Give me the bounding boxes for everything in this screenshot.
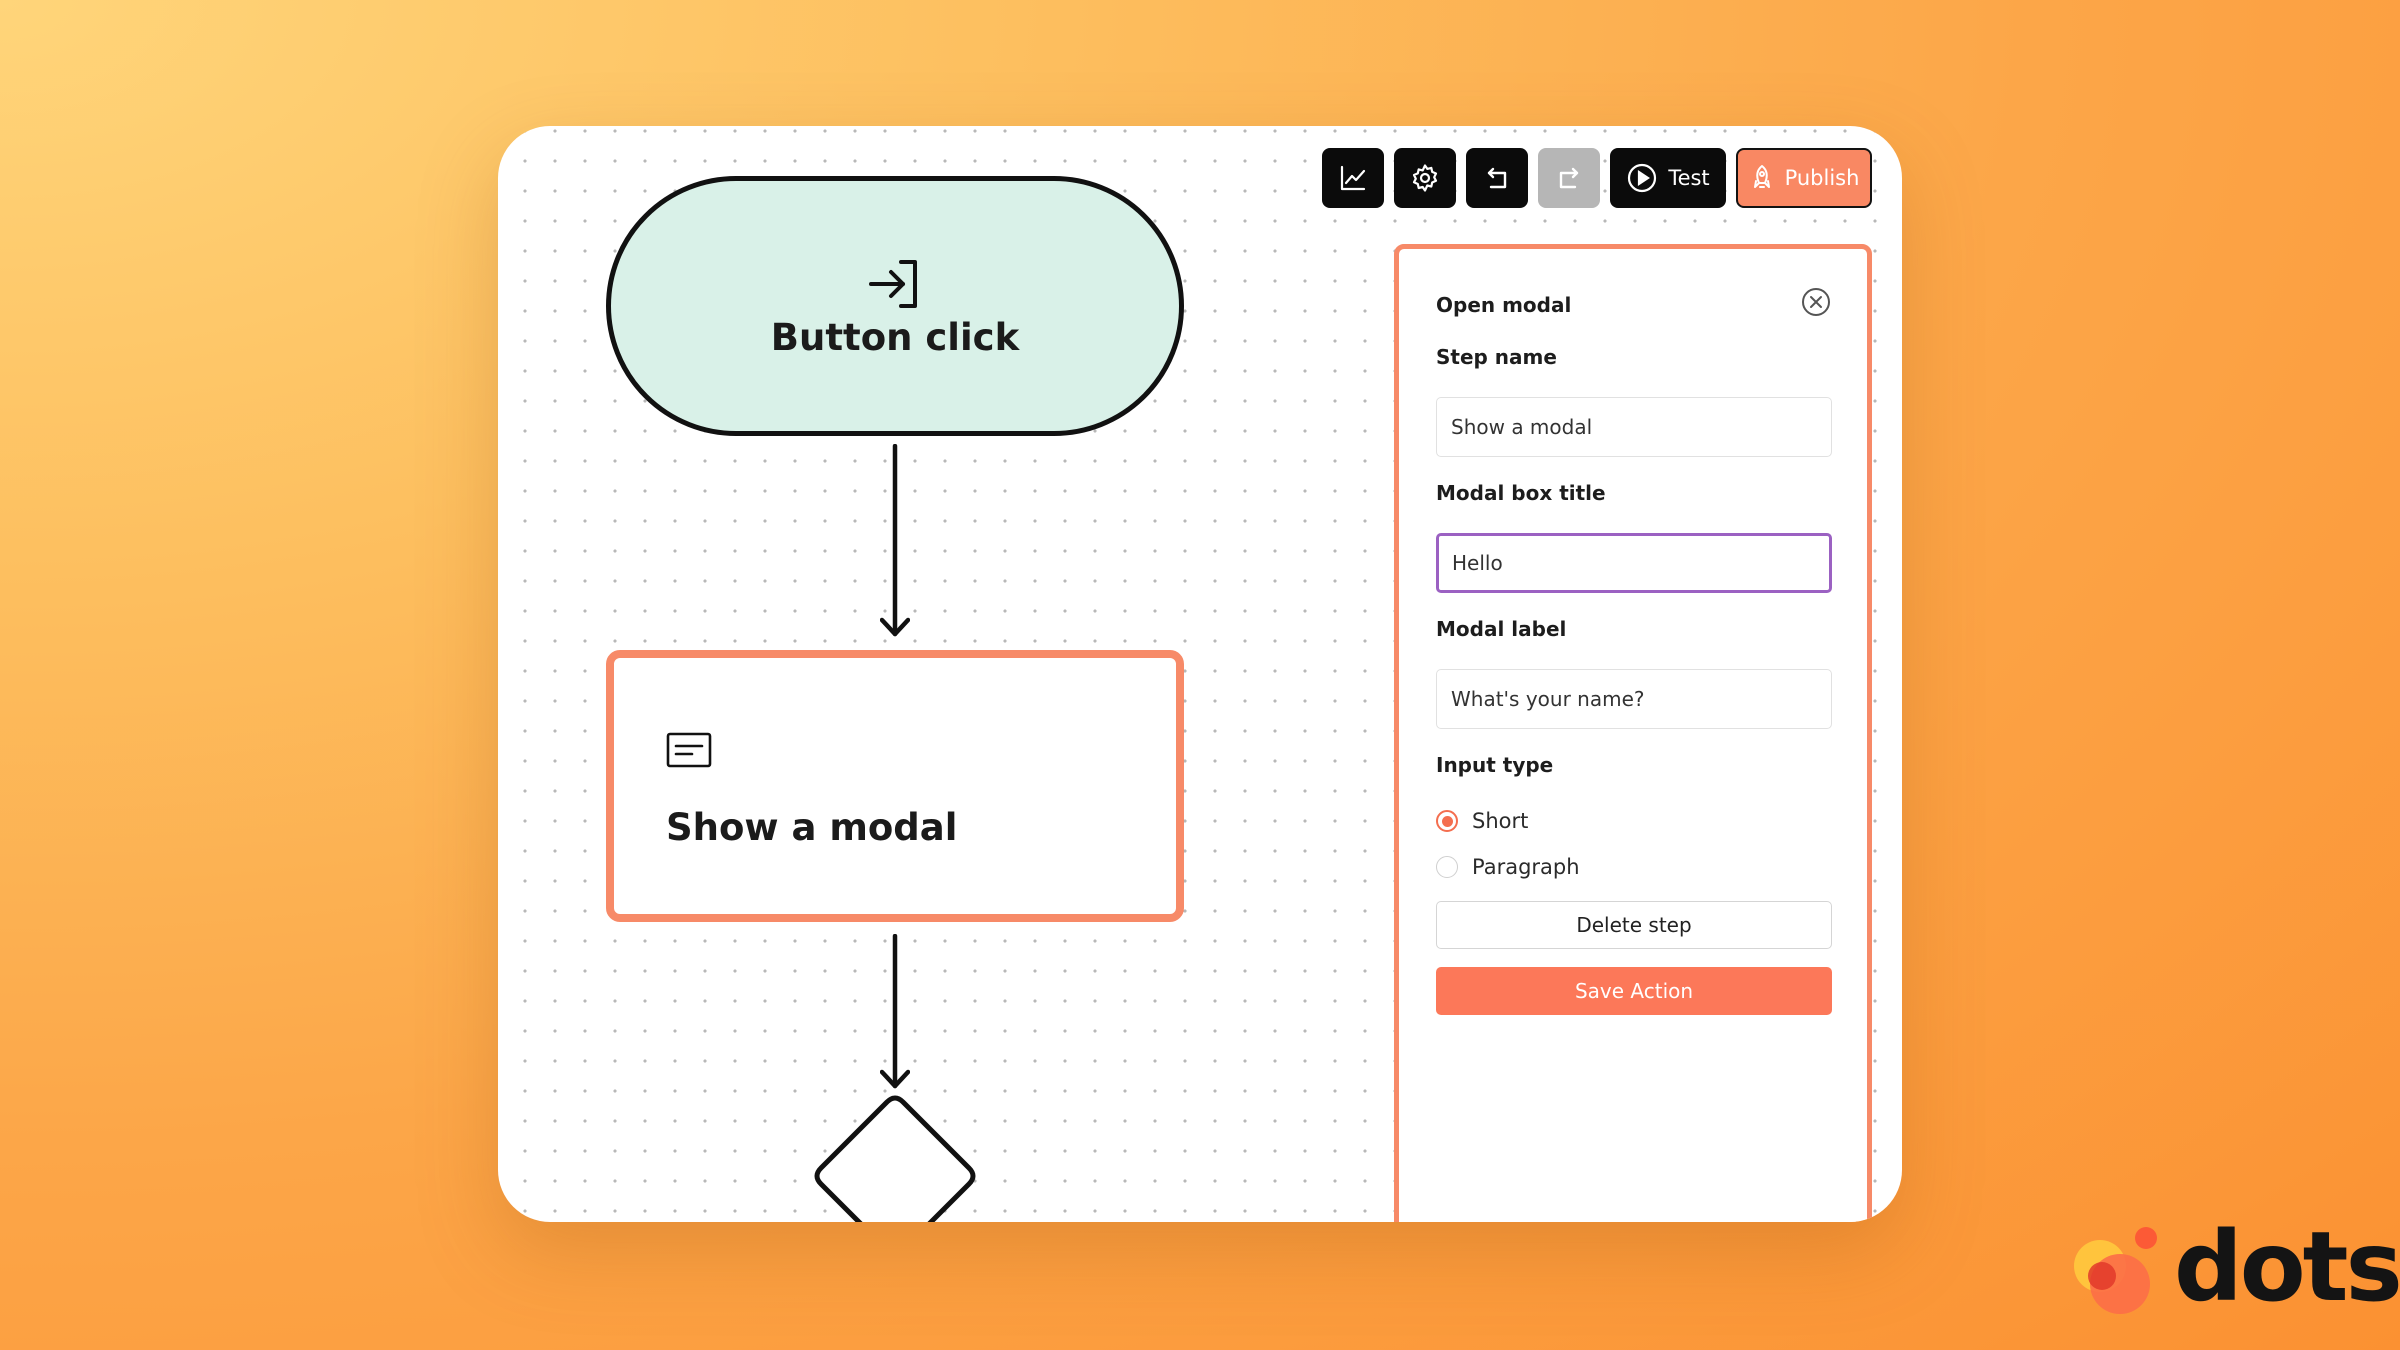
- delete-step-button[interactable]: Delete step: [1436, 901, 1832, 949]
- step-settings-panel: Open modal Step name Modal box title Mod…: [1394, 244, 1872, 1222]
- settings-button[interactable]: [1394, 148, 1456, 208]
- modal-label-label: Modal label: [1436, 617, 1567, 641]
- panel-heading: Open modal: [1436, 293, 1572, 317]
- publish-button[interactable]: Publish: [1736, 148, 1872, 208]
- action-node[interactable]: Show a modal: [606, 650, 1184, 922]
- radio-button-checked[interactable]: [1436, 810, 1458, 832]
- redo-icon: [1559, 167, 1579, 189]
- play-circle-icon: [1628, 163, 1657, 193]
- undo-button[interactable]: [1466, 148, 1528, 208]
- condition-node[interactable]: [805, 1094, 985, 1222]
- connector-arrow: [880, 444, 910, 637]
- action-node-label: Show a modal: [666, 806, 958, 849]
- trigger-node[interactable]: Button click: [606, 176, 1184, 436]
- redo-button[interactable]: [1538, 148, 1600, 208]
- flow-editor-window: Button click Show a modal Test Publish O…: [498, 126, 1902, 1222]
- step-name-input[interactable]: [1436, 397, 1832, 457]
- modal-title-input[interactable]: [1436, 533, 1832, 593]
- line-chart-icon: [1340, 165, 1366, 191]
- login-arrow-icon: [869, 259, 917, 308]
- dots-logo-icon: [2074, 1227, 2157, 1314]
- radio-option-label: Short: [1472, 809, 1529, 833]
- radio-button[interactable]: [1436, 856, 1458, 878]
- undo-icon: [1487, 167, 1507, 189]
- gear-icon: [1412, 164, 1438, 192]
- rocket-icon: [1753, 165, 1770, 188]
- modal-window-icon: [666, 732, 712, 768]
- test-button[interactable]: Test: [1610, 148, 1726, 208]
- modal-title-label: Modal box title: [1436, 481, 1606, 505]
- publish-button-label: Publish: [1784, 166, 1860, 190]
- input-type-label: Input type: [1436, 753, 1554, 777]
- radio-option-paragraph[interactable]: Paragraph: [1436, 855, 1580, 879]
- radio-option-label: Paragraph: [1472, 855, 1580, 879]
- save-action-button[interactable]: Save Action: [1436, 967, 1832, 1015]
- modal-label-input[interactable]: [1436, 669, 1832, 729]
- connector-arrow: [880, 934, 910, 1089]
- test-button-label: Test: [1668, 166, 1710, 190]
- close-circle-icon[interactable]: [1800, 286, 1832, 318]
- radio-option-short[interactable]: Short: [1436, 809, 1528, 833]
- analytics-button[interactable]: [1322, 148, 1384, 208]
- step-name-label: Step name: [1436, 345, 1557, 369]
- trigger-node-label: Button click: [770, 315, 1020, 359]
- brand-name: dots: [2174, 1211, 2400, 1323]
